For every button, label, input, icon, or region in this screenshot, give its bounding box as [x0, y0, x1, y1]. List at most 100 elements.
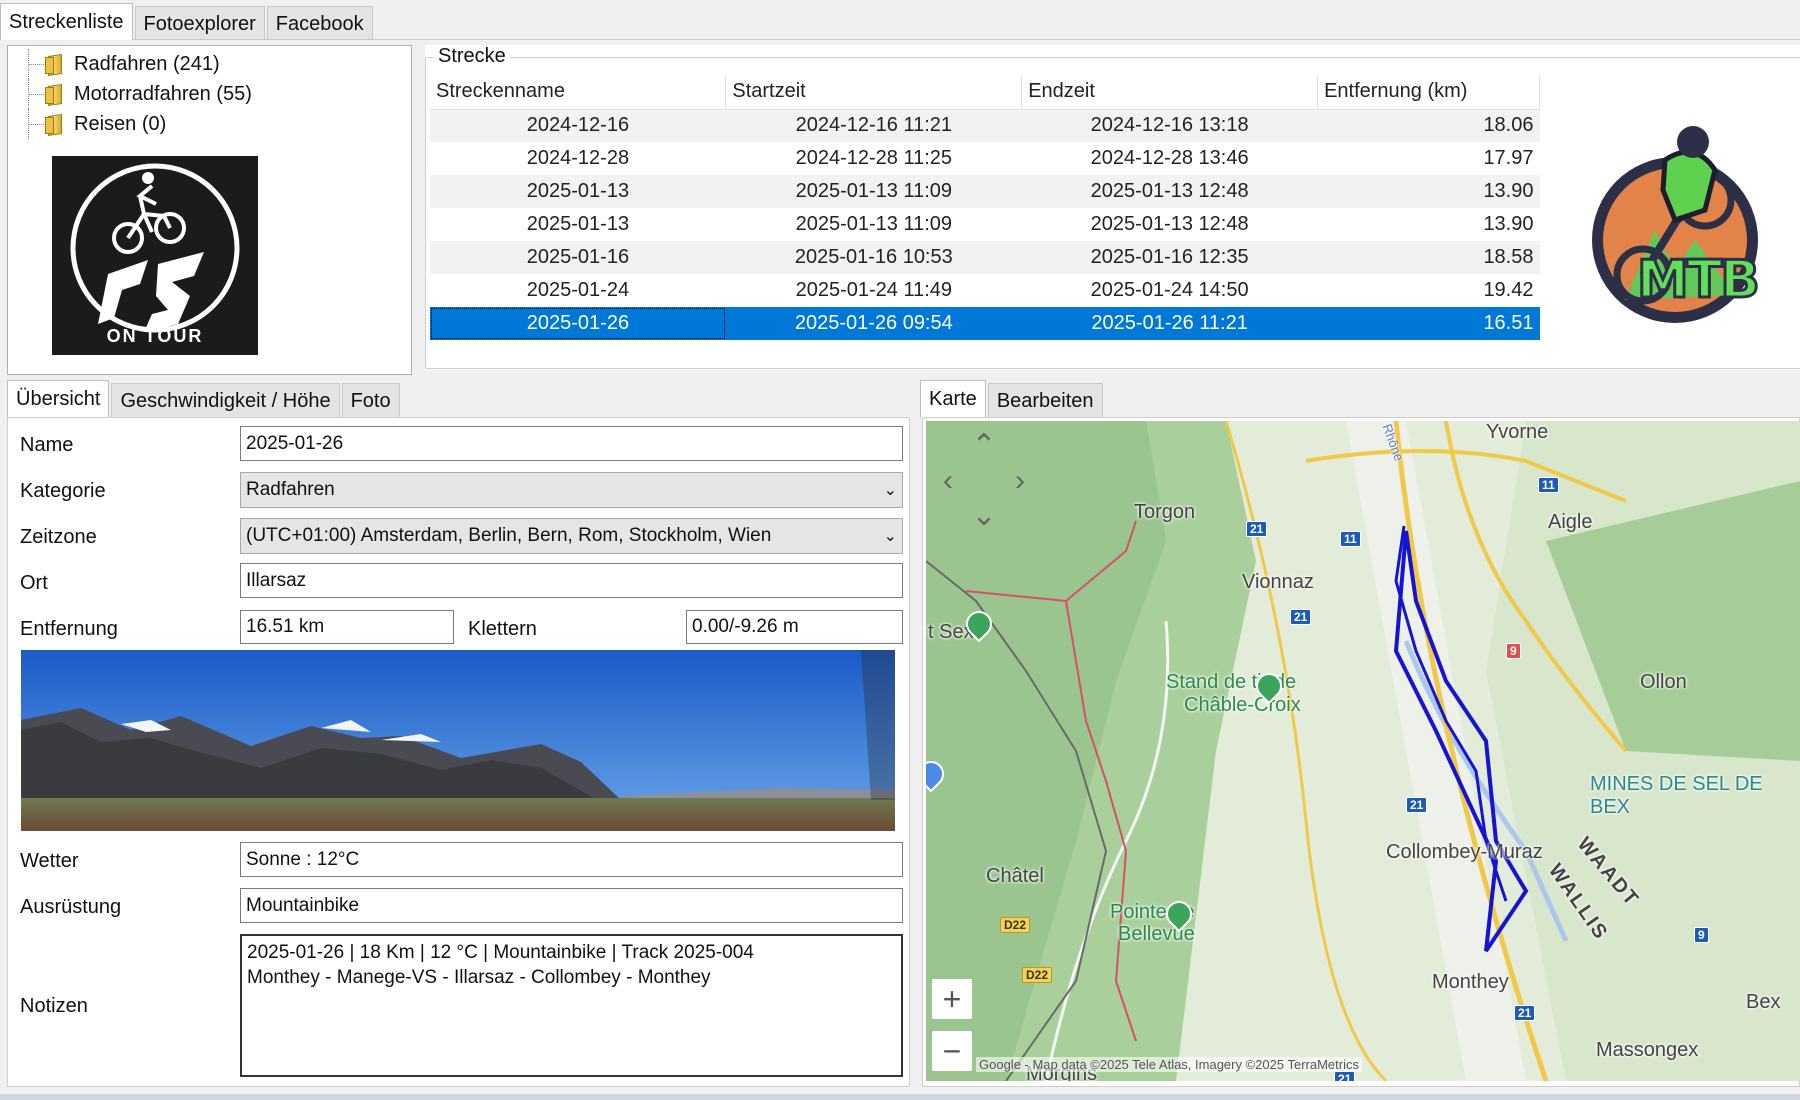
route-badge: 21: [1334, 1071, 1356, 1081]
chevron-down-icon: ⌄: [883, 528, 897, 545]
name-input[interactable]: 2025-01-26: [240, 426, 903, 461]
cell-distance: 19.42: [1483, 279, 1534, 301]
map-label: Vionnaz: [1242, 571, 1314, 593]
cell-start: 2025-01-13 11:09: [725, 175, 1022, 208]
tab-facebook[interactable]: Facebook: [266, 6, 373, 40]
route-badge: 21: [1514, 1005, 1536, 1021]
table-row[interactable]: 2024-12-16 2024-12-16 11:21 2024-12-16 13:…: [430, 109, 1540, 142]
status-strip: [0, 1094, 1800, 1100]
notizen-line: Monthey - Manege-VS - Illarsaz - Collomb…: [247, 967, 711, 988]
col-entfernung[interactable]: Entfernung (km): [1317, 75, 1540, 110]
map-label: MINES DE SEL DE BEX: [1590, 773, 1763, 818]
cell-distance: 18.06: [1317, 109, 1540, 142]
table-row[interactable]: 2025-01-16 2025-01-16 10:53 2025-01-16 12:…: [430, 241, 1540, 274]
cell-name: 2025-01-24: [526, 279, 630, 301]
entfernung-label: Entfernung: [20, 618, 118, 640]
pan-up-icon[interactable]: ⌃: [964, 425, 1004, 465]
route-badge: 9: [1506, 643, 1521, 659]
ort-input[interactable]: Illarsaz: [240, 563, 903, 598]
tab-bearbeiten[interactable]: Bearbeiten: [987, 383, 1103, 417]
wetter-input[interactable]: Sonne : 12°C: [240, 842, 903, 877]
cell-start: 2025-01-26 09:54: [725, 307, 1022, 340]
cell-name: 2025-01-13: [526, 213, 630, 235]
name-label: Name: [20, 434, 74, 456]
klettern-input[interactable]: 0.00/-9.26 m: [686, 610, 903, 644]
map-tabbar: Karte Bearbeiten: [920, 380, 1105, 417]
cell-start: 2025-01-13 11:09: [795, 213, 953, 235]
route-badge: 9: [1694, 927, 1709, 943]
detail-tabbar: Übersicht Geschwindigkeit / Höhe Foto: [7, 380, 402, 417]
route-badge: D22: [1022, 967, 1053, 983]
kategorie-select[interactable]: Radfahren ⌄: [240, 472, 903, 508]
tree-item-label: Radfahren (241): [74, 52, 220, 75]
cell-name: 2025-01-16: [430, 241, 726, 274]
tabbar-divider: [0, 39, 1800, 40]
route-badge: 21: [1290, 609, 1312, 625]
mtb-logo-text: MTB: [1636, 249, 1762, 312]
tab-karte[interactable]: Karte: [920, 380, 986, 417]
strecke-group-title: Strecke: [434, 45, 510, 68]
pan-left-icon[interactable]: ‹: [928, 461, 968, 501]
tab-fotoexplorer[interactable]: Fotoexplorer: [134, 6, 265, 40]
cell-end: 2025-01-26 11:21: [1021, 307, 1318, 340]
map-label: Yvorne: [1486, 421, 1549, 443]
notizen-line: 2025-01-26 | 18 Km | 12 °C | Mountainbik…: [247, 942, 754, 963]
table-row[interactable]: 2024-12-28 2024-12-28 11:25 2024-12-28 13:…: [430, 142, 1540, 175]
pan-down-icon[interactable]: ⌄: [964, 495, 1004, 535]
entfernung-input[interactable]: 16.51 km: [240, 610, 454, 644]
zeitzone-value: (UTC+01:00) Amsterdam, Berlin, Bern, Rom…: [246, 525, 772, 546]
tab-geschwindigkeit-hoehe[interactable]: Geschwindigkeit / Höhe: [111, 383, 340, 417]
tab-streckenliste[interactable]: Streckenliste: [0, 3, 133, 40]
cell-name: 2025-01-13: [430, 175, 726, 208]
cell-end: 2025-01-24 14:50: [1090, 279, 1249, 301]
tab-foto[interactable]: Foto: [341, 383, 400, 417]
category-tree: Radfahren (241) Motorradfahren (55) Reis…: [7, 45, 412, 375]
tree-item-reisen[interactable]: Reisen (0): [24, 109, 411, 139]
map-label: Monthey: [1432, 971, 1509, 993]
cell-distance: 16.51: [1317, 307, 1540, 340]
col-endzeit[interactable]: Endzeit: [1021, 75, 1319, 110]
col-startzeit[interactable]: Startzeit: [725, 75, 1023, 110]
table-row[interactable]: 2025-01-13 2025-01-13 11:09 2025-01-13 12:…: [430, 208, 1540, 241]
zoom-out-button[interactable]: −: [932, 1031, 972, 1071]
route-badge: 11: [1538, 477, 1559, 493]
kategorie-label: Kategorie: [20, 480, 106, 502]
table-row[interactable]: 2025-01-24 2025-01-24 11:49 2025-01-24 14:…: [430, 274, 1540, 307]
fs-on-tour-logo: ON TOUR: [52, 156, 258, 355]
notizen-textarea[interactable]: 2025-01-26 | 18 Km | 12 °C | Mountainbik…: [240, 934, 903, 1077]
cell-start: 2025-01-16 10:53: [725, 241, 1022, 274]
cell-name: 2025-01-26: [430, 307, 726, 340]
folder-icon: [44, 53, 66, 76]
mtb-logo: MTB: [1585, 120, 1765, 335]
tree-item-label: Reisen (0): [74, 112, 167, 135]
cell-distance: 17.97: [1483, 147, 1534, 169]
track-photo[interactable]: [21, 650, 895, 831]
pan-right-icon[interactable]: ›: [1000, 461, 1040, 501]
map-label: Bex: [1746, 991, 1781, 1013]
folder-icon: [44, 113, 66, 136]
cell-distance: 13.90: [1483, 213, 1534, 235]
tab-uebersicht[interactable]: Übersicht: [7, 380, 110, 417]
kategorie-value: Radfahren: [246, 479, 335, 500]
route-badge: 21: [1406, 797, 1428, 813]
strecke-table: Streckenname Startzeit Endzeit Entfernun…: [430, 75, 1540, 340]
cell-end: 2024-12-28 13:46: [1090, 147, 1249, 169]
tree-item-motorradfahren[interactable]: Motorradfahren (55): [24, 79, 411, 109]
cell-start: 2024-12-16 11:21: [725, 109, 1022, 142]
klettern-label: Klettern: [468, 618, 537, 640]
zeitzone-label: Zeitzone: [20, 526, 97, 548]
tree-item-radfahren[interactable]: Radfahren (241): [24, 49, 411, 79]
zoom-in-button[interactable]: +: [932, 979, 972, 1019]
cell-name: 2024-12-16: [430, 109, 726, 142]
map-label: Massongex: [1596, 1039, 1699, 1061]
ausruestung-input[interactable]: Mountainbike: [240, 888, 903, 923]
col-streckenname[interactable]: Streckenname: [430, 75, 727, 110]
map-label: Châble-Croix: [1184, 694, 1301, 716]
cell-distance: 13.90: [1317, 175, 1540, 208]
cell-start: 2025-01-24 11:49: [795, 279, 953, 301]
zeitzone-select[interactable]: (UTC+01:00) Amsterdam, Berlin, Bern, Rom…: [240, 518, 903, 554]
map-view[interactable]: Yvorne Aigle Torgon Vionnaz t Sex Stand …: [926, 421, 1800, 1081]
ort-label: Ort: [20, 572, 48, 594]
table-row[interactable]: 2025-01-13 2025-01-13 11:09 2025-01-13 12:…: [430, 175, 1540, 208]
table-row-selected[interactable]: 2025-01-26 2025-01-26 09:54 2025-01-26 11:…: [430, 307, 1540, 340]
